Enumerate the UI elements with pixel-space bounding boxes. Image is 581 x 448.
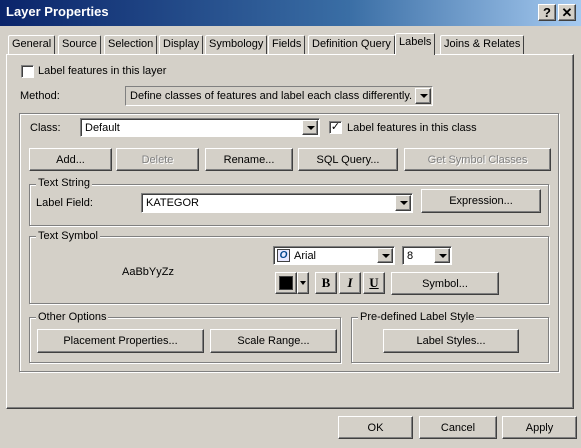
method-dropdown[interactable]: Define classes of features and label eac… (125, 86, 433, 106)
tab-symbology[interactable]: Symbology (205, 35, 268, 54)
delete-button[interactable]: Delete (116, 148, 199, 171)
text-symbol-title: Text Symbol (36, 230, 100, 242)
label-features-class-label: Label features in this class (347, 122, 477, 134)
class-label: Class: (30, 122, 61, 134)
chevron-down-icon[interactable] (302, 120, 318, 135)
apply-button[interactable]: Apply (502, 416, 577, 439)
help-icon: ? (543, 5, 551, 20)
color-dropdown-arrow[interactable] (297, 272, 309, 294)
class-dropdown[interactable]: Default (80, 118, 320, 137)
tab-label: Labels (399, 36, 432, 48)
tab-label: Symbology (209, 38, 264, 50)
italic-button[interactable]: I (339, 272, 361, 294)
tab-selection[interactable]: Selection (104, 35, 158, 54)
font-size-value: 8 (407, 250, 414, 262)
bold-button[interactable]: B (315, 272, 337, 294)
method-value: Define classes of features and label eac… (130, 90, 413, 102)
tab-fields[interactable]: Fields (268, 35, 306, 54)
label-field-value: KATEGOR (146, 197, 199, 209)
chevron-down-icon[interactable] (377, 248, 393, 263)
cancel-button[interactable]: Cancel (419, 416, 497, 439)
font-value: Arial (294, 250, 317, 262)
tab-labels[interactable]: Labels (395, 33, 436, 55)
tab-display[interactable]: Display (159, 35, 204, 54)
rename-button[interactable]: Rename... (205, 148, 293, 171)
font-size-dropdown[interactable]: 8 (402, 246, 452, 265)
method-label: Method: (20, 90, 60, 102)
label-styles-button[interactable]: Label Styles... (383, 329, 519, 353)
tab-joins-relates[interactable]: Joins & Relates (440, 35, 525, 54)
color-swatch (279, 276, 293, 290)
chevron-down-icon[interactable] (415, 88, 431, 104)
chevron-down-icon[interactable] (434, 248, 450, 263)
ok-button[interactable]: OK (338, 416, 413, 439)
label-field-label: Label Field: (36, 197, 93, 209)
underline-button[interactable]: U (363, 272, 385, 294)
class-value: Default (85, 122, 120, 134)
label-features-class-checkbox[interactable]: ✓ (329, 121, 342, 134)
color-picker-button[interactable] (275, 272, 297, 294)
symbol-button[interactable]: Symbol... (391, 272, 499, 295)
opentype-font-icon: O (277, 249, 290, 262)
other-options-title: Other Options (36, 311, 109, 323)
tab-label: Definition Query (312, 38, 391, 50)
tab-source[interactable]: Source (58, 35, 101, 54)
sql-query-button[interactable]: SQL Query... (298, 148, 398, 171)
close-button[interactable]: ✕ (558, 4, 576, 21)
predefined-label-style-title: Pre-defined Label Style (358, 311, 477, 323)
chevron-down-icon (300, 281, 306, 285)
title-bar: Layer Properties ? ✕ (0, 0, 581, 26)
text-symbol-preview: AaBbYyZz (122, 266, 174, 278)
label-features-layer-checkbox[interactable] (21, 65, 34, 78)
placement-properties-button[interactable]: Placement Properties... (37, 329, 204, 353)
get-symbol-classes-button[interactable]: Get Symbol Classes (404, 148, 551, 171)
help-button[interactable]: ? (538, 4, 556, 21)
tab-label: Selection (108, 38, 154, 50)
scale-range-button[interactable]: Scale Range... (210, 329, 337, 353)
expression-button[interactable]: Expression... (421, 189, 541, 213)
tab-label: Display (163, 38, 200, 50)
tab-general[interactable]: General (8, 35, 56, 54)
chevron-down-icon[interactable] (395, 195, 411, 211)
checkmark-icon: ✓ (330, 121, 341, 133)
label-features-layer-label: Label features in this layer (38, 65, 167, 77)
close-icon: ✕ (561, 5, 573, 20)
window-title: Layer Properties (6, 4, 109, 19)
tab-label: Fields (272, 38, 302, 50)
text-string-title: Text String (36, 177, 92, 189)
add-button[interactable]: Add... (29, 148, 112, 171)
tab-label: Joins & Relates (444, 38, 521, 50)
label-field-dropdown[interactable]: KATEGOR (141, 193, 413, 213)
tab-label: Source (62, 38, 97, 50)
tab-definition-query[interactable]: Definition Query (308, 35, 395, 54)
font-dropdown[interactable]: O Arial (273, 246, 395, 265)
tab-label: General (12, 38, 52, 50)
